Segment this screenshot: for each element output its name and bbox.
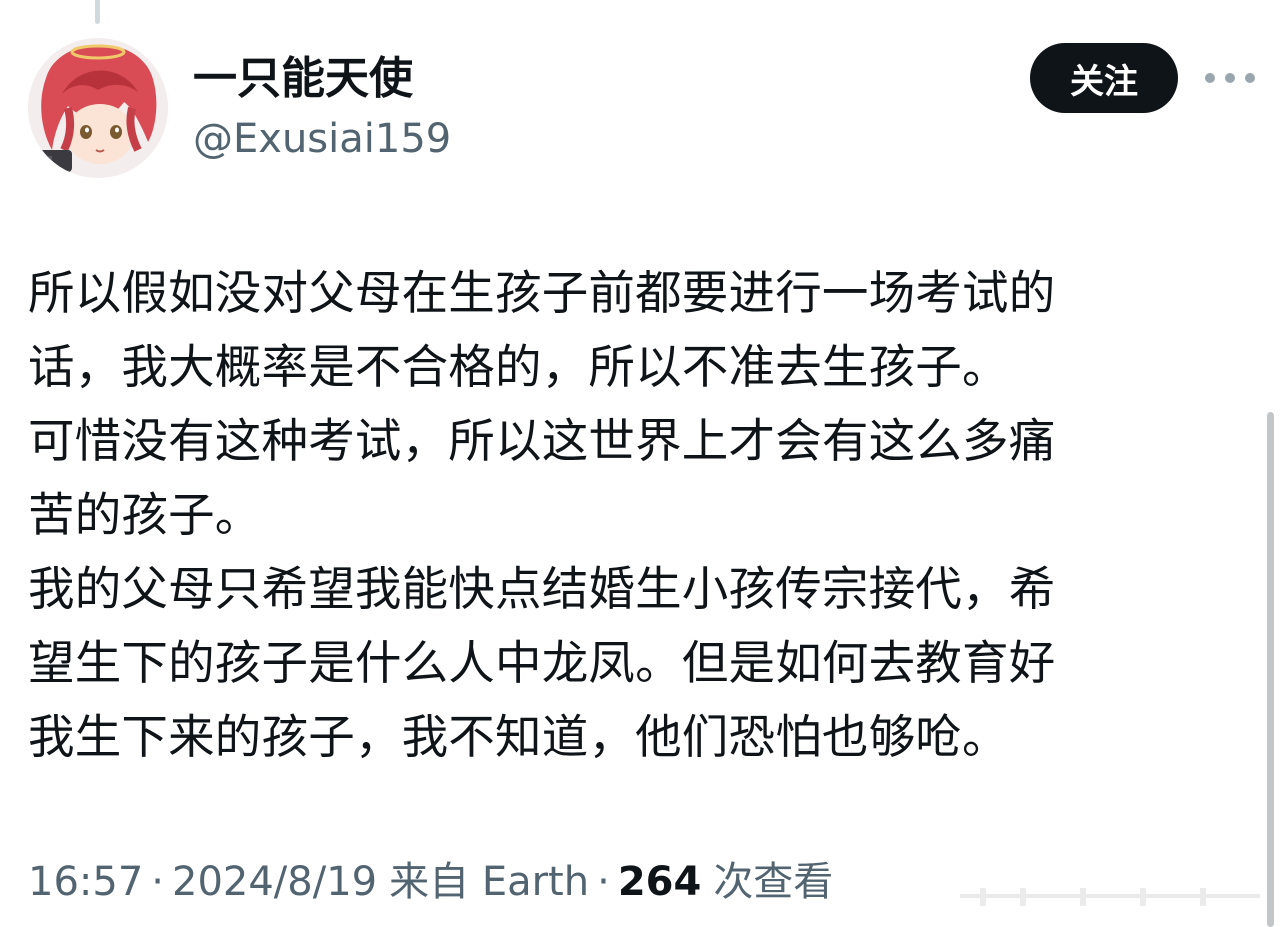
tweet-text-line: 所以假如没对父母在生孩子前都要进行一场考试的 xyxy=(28,266,1056,320)
display-name[interactable]: 一只能天使 xyxy=(193,50,413,108)
views-label: 次查看 xyxy=(713,859,834,905)
more-dots-icon[interactable] xyxy=(1205,64,1255,92)
tweet-text-line: 苦的孩子。 xyxy=(28,488,262,542)
tweet-time[interactable]: 16:57 xyxy=(28,850,143,914)
tweet-text-line: 我生下来的孩子，我不知道，他们恐怕也够呛。 xyxy=(28,710,1009,764)
thread-connector-line xyxy=(95,0,100,24)
user-handle[interactable]: @Exusiai159 xyxy=(193,112,451,166)
tweet-text-line: 望生下的孩子是什么人中龙凤。但是如何去教育好 xyxy=(28,636,1056,690)
scrollbar[interactable] xyxy=(1267,412,1274,927)
meta-separator: · xyxy=(151,859,164,905)
watermark-logo xyxy=(960,884,1260,910)
meta-separator: · xyxy=(597,859,610,905)
tweet-text-line: 话，我大概率是不合格的，所以不准去生孩子。 xyxy=(28,340,1009,394)
dot xyxy=(1245,73,1255,83)
views-count: 264 xyxy=(617,859,702,905)
anime-avatar-icon xyxy=(28,38,168,178)
dot xyxy=(1205,73,1215,83)
avatar[interactable] xyxy=(28,38,168,178)
tweet-source: 来自 Earth xyxy=(389,859,590,905)
tweet-text: 所以假如没对父母在生孩子前都要进行一场考试的 话，我大概率是不合格的，所以不准去… xyxy=(28,256,1228,774)
tweet-text-line: 可惜没有这种考试，所以这世界上才会有这么多痛 xyxy=(28,414,1056,468)
follow-button[interactable]: 关注 xyxy=(1030,43,1178,113)
dot xyxy=(1225,73,1235,83)
tweet-text-line: 我的父母只希望我能快点结婚生小孩传宗接代，希 xyxy=(28,562,1056,616)
tweet-date[interactable]: 2024/8/19 xyxy=(172,850,377,914)
tweet-meta: 16:57 · 2024/8/19 来自 Earth · 264 次查看 xyxy=(28,850,833,914)
